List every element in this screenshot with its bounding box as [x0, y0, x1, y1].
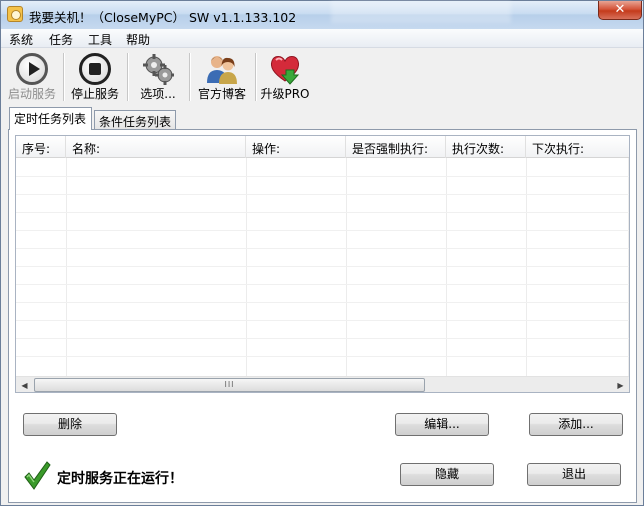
options-button[interactable]: 选项...: [132, 49, 184, 103]
menu-system[interactable]: 系统: [9, 31, 33, 48]
column-header-action[interactable]: 操作:: [246, 136, 346, 158]
play-icon: [16, 53, 48, 85]
grid-line: [16, 266, 629, 267]
grid-line: [16, 212, 629, 213]
grid-line: [16, 284, 629, 285]
title-bar-glass: [331, 1, 511, 23]
list-header: 序号: 名称: 操作: 是否强制执行: 执行次数: 下次执行:: [16, 136, 629, 158]
grid-line: [16, 320, 629, 321]
app-icon: [7, 6, 23, 22]
toolbar-separator: [63, 53, 64, 101]
main-window: 我要关机！（CloseMyPC） SW v1.1.133.102 ✕ 系统 任务…: [0, 0, 644, 506]
grid-line: [16, 230, 629, 231]
toolbar: 启动服务 停止服务 选项... 官方博客 升级PRO: [1, 49, 643, 105]
official-blog-label: 官方博客: [197, 87, 246, 101]
grid-line: [16, 176, 629, 177]
menu-bar: 系统 任务 工具 帮助: [1, 29, 643, 48]
delete-button[interactable]: 删除: [23, 413, 117, 436]
grid-line: [16, 356, 629, 357]
horizontal-scrollbar[interactable]: ◀ III ▶: [16, 376, 629, 392]
grid-line: [16, 302, 629, 303]
grid-line: [526, 158, 527, 376]
start-service-label: 启动服务: [7, 87, 56, 101]
upgrade-pro-button[interactable]: 升级PRO: [259, 49, 311, 103]
edit-button[interactable]: 编辑...: [395, 413, 489, 436]
grid-line: [246, 158, 247, 376]
menu-help[interactable]: 帮助: [126, 31, 150, 48]
column-header-next-run[interactable]: 下次执行:: [526, 136, 629, 158]
toolbar-separator: [255, 53, 256, 101]
column-header-force[interactable]: 是否强制执行:: [346, 136, 446, 158]
grid-line: [346, 158, 347, 376]
scroll-thumb[interactable]: III: [34, 378, 425, 392]
stop-service-button[interactable]: 停止服务: [67, 49, 123, 103]
window-title: 我要关机！（CloseMyPC） SW v1.1.133.102: [29, 10, 297, 25]
hide-button[interactable]: 隐藏: [400, 463, 494, 486]
grid-line: [16, 248, 629, 249]
toolbar-separator: [189, 53, 190, 101]
scroll-right-icon[interactable]: ▶: [612, 377, 629, 392]
options-label: 选项...: [140, 87, 176, 101]
menu-task[interactable]: 任务: [49, 31, 73, 48]
grid-line: [628, 158, 629, 376]
people-icon: [207, 56, 237, 84]
menu-tools[interactable]: 工具: [88, 31, 112, 48]
heart-upgrade-icon: [270, 56, 300, 85]
grid-line: [16, 338, 629, 339]
grid-line: [16, 194, 629, 195]
title-bar[interactable]: 我要关机！（CloseMyPC） SW v1.1.133.102 ✕: [1, 1, 643, 29]
gears-icon: [143, 54, 174, 85]
grid-line: [66, 158, 67, 376]
start-service-button[interactable]: 启动服务: [5, 49, 59, 103]
stop-service-label: 停止服务: [70, 87, 119, 101]
column-header-index[interactable]: 序号:: [16, 136, 66, 158]
add-button[interactable]: 添加...: [529, 413, 623, 436]
checkmark-icon: [24, 461, 51, 490]
tab-conditional-tasks[interactable]: 条件任务列表: [94, 110, 176, 130]
stop-icon: [79, 53, 111, 85]
official-blog-button[interactable]: 官方博客: [193, 49, 251, 103]
column-header-count[interactable]: 执行次数:: [446, 136, 526, 158]
grid-line: [446, 158, 447, 376]
task-list[interactable]: 序号: 名称: 操作: 是否强制执行: 执行次数: 下次执行: ◀ III ▶: [15, 135, 630, 393]
tab-panel: 序号: 名称: 操作: 是否强制执行: 执行次数: 下次执行: ◀ III ▶ …: [8, 129, 637, 503]
upgrade-pro-label: 升级PRO: [260, 87, 310, 101]
toolbar-separator: [127, 53, 128, 101]
service-status-text: 定时服务正在运行！: [57, 471, 183, 487]
close-button[interactable]: ✕: [598, 1, 642, 20]
column-header-name[interactable]: 名称:: [66, 136, 246, 158]
tab-scheduled-tasks[interactable]: 定时任务列表: [9, 107, 92, 130]
scroll-left-icon[interactable]: ◀: [16, 377, 33, 392]
exit-button[interactable]: 退出: [527, 463, 621, 486]
